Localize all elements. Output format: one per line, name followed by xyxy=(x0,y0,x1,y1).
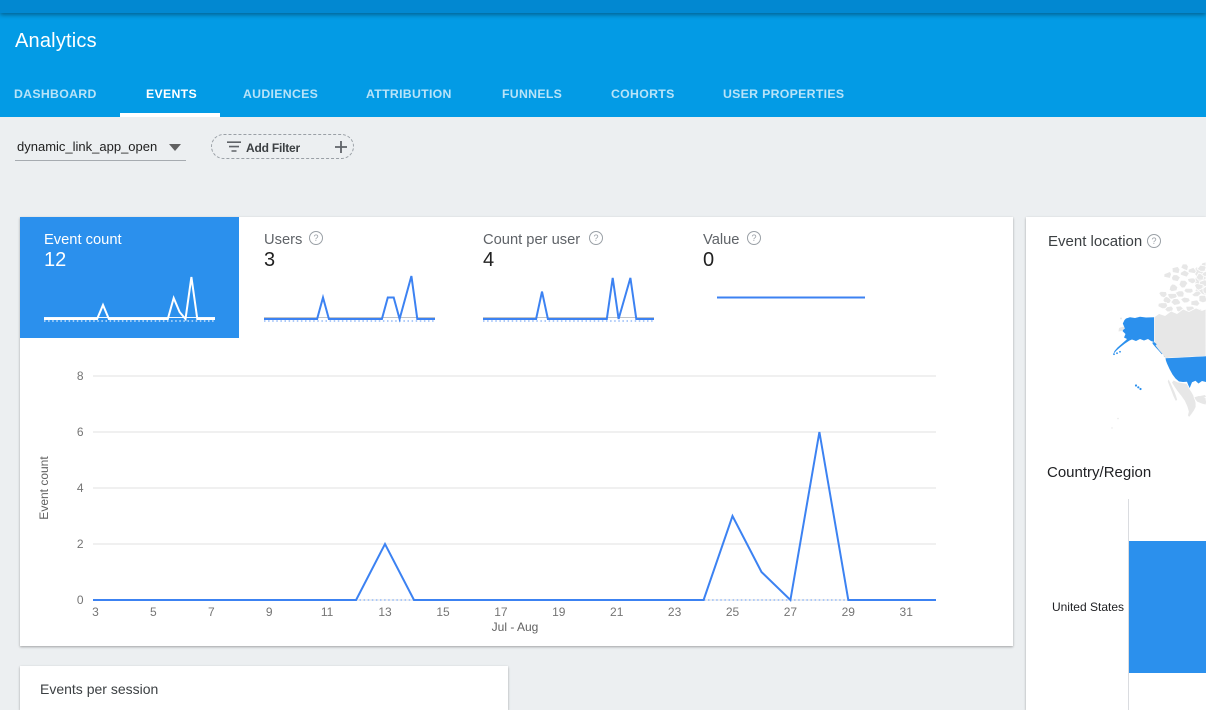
svg-text:31: 31 xyxy=(900,605,914,619)
svg-text:0: 0 xyxy=(77,593,84,607)
svg-text:9: 9 xyxy=(266,605,273,619)
svg-text:27: 27 xyxy=(784,605,798,619)
svg-text:5: 5 xyxy=(150,605,157,619)
svg-text:11: 11 xyxy=(321,605,334,619)
svg-text:19: 19 xyxy=(552,605,566,619)
svg-text:7: 7 xyxy=(208,605,215,619)
svg-text:13: 13 xyxy=(378,605,392,619)
svg-text:Event count: Event count xyxy=(37,456,51,520)
svg-text:15: 15 xyxy=(436,605,450,619)
svg-text:23: 23 xyxy=(668,605,682,619)
svg-text:29: 29 xyxy=(842,605,856,619)
svg-text:4: 4 xyxy=(77,481,84,495)
svg-text:21: 21 xyxy=(610,605,624,619)
svg-text:Jul - Aug: Jul - Aug xyxy=(492,620,539,634)
svg-text:3: 3 xyxy=(92,605,99,619)
svg-text:8: 8 xyxy=(77,369,84,383)
svg-text:6: 6 xyxy=(77,425,84,439)
svg-text:2: 2 xyxy=(77,537,84,551)
svg-text:25: 25 xyxy=(726,605,740,619)
svg-text:17: 17 xyxy=(494,605,508,619)
